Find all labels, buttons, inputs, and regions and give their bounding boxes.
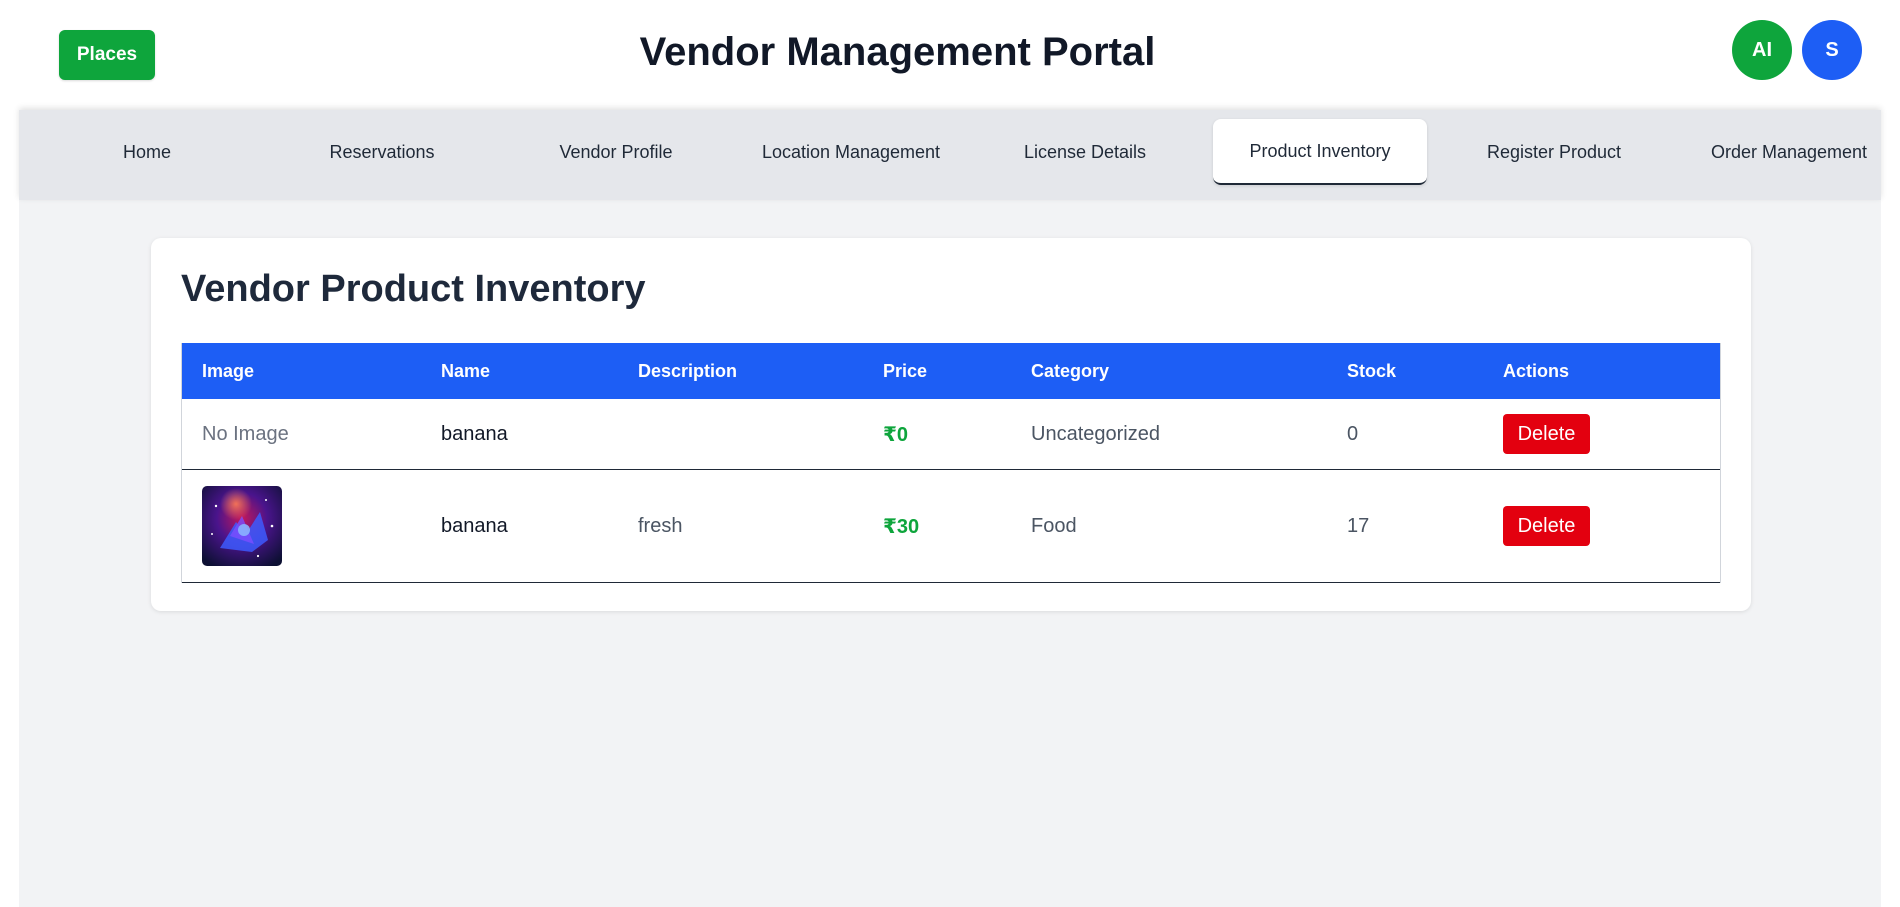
tab-reservations[interactable]: Reservations [275, 119, 489, 185]
column-header-name: Name [441, 360, 491, 381]
tab-location-management[interactable]: Location Management [744, 119, 958, 185]
table-header: Image Name Description Price Category St… [182, 343, 1720, 399]
delete-button[interactable]: Delete [1503, 506, 1590, 546]
product-stock: 0 [1347, 422, 1359, 445]
tab-vendor-profile[interactable]: Vendor Profile [509, 119, 723, 185]
nav-tab-bar: Home Reservations Vendor Profile Locatio… [19, 110, 1881, 200]
avatar-ai[interactable]: AI [1732, 20, 1792, 80]
column-header-stock: Stock [1347, 360, 1397, 381]
tab-product-inventory[interactable]: Product Inventory [1213, 119, 1427, 185]
product-name: banana [441, 514, 508, 537]
image-cell [202, 470, 282, 582]
no-image-placeholder: No Image [202, 422, 289, 445]
product-category: Food [1031, 514, 1077, 537]
table-row: banana fresh ₹30 Food 17 Delete [182, 470, 1720, 583]
product-name: banana [441, 422, 508, 445]
product-description: fresh [638, 514, 683, 537]
product-price: ₹30 [883, 515, 920, 538]
tab-home[interactable]: Home [40, 119, 254, 185]
product-category: Uncategorized [1031, 422, 1160, 445]
product-thumbnail[interactable] [202, 486, 282, 566]
avatar-user[interactable]: S [1802, 20, 1862, 80]
product-price: ₹0 [883, 423, 909, 446]
delete-button[interactable]: Delete [1503, 414, 1590, 454]
app-content-area: Home Reservations Vendor Profile Locatio… [19, 110, 1881, 907]
column-header-category: Category [1031, 360, 1110, 381]
column-header-image: Image [202, 360, 255, 381]
table-row: No Image banana ₹0 Uncategorized 0 Delet… [182, 399, 1720, 470]
actions-cell: Delete [1503, 399, 1590, 469]
tab-order-management[interactable]: Order Management [1682, 119, 1896, 185]
inventory-card: Vendor Product Inventory Image Name Desc… [151, 238, 1751, 611]
top-header: Places Vendor Management Portal AI S [0, 0, 1900, 110]
column-header-actions: Actions [1503, 360, 1570, 381]
column-header-description: Description [638, 360, 738, 381]
tab-license-details[interactable]: License Details [978, 119, 1192, 185]
inventory-title: Vendor Product Inventory [181, 268, 646, 310]
tab-register-product[interactable]: Register Product [1447, 119, 1661, 185]
actions-cell: Delete [1503, 470, 1590, 582]
product-thumbnail-art [202, 486, 282, 566]
column-header-price: Price [883, 360, 928, 381]
product-stock: 17 [1347, 514, 1370, 537]
inventory-table: Image Name Description Price Category St… [181, 343, 1721, 583]
page-title: Vendor Management Portal [639, 30, 1156, 74]
